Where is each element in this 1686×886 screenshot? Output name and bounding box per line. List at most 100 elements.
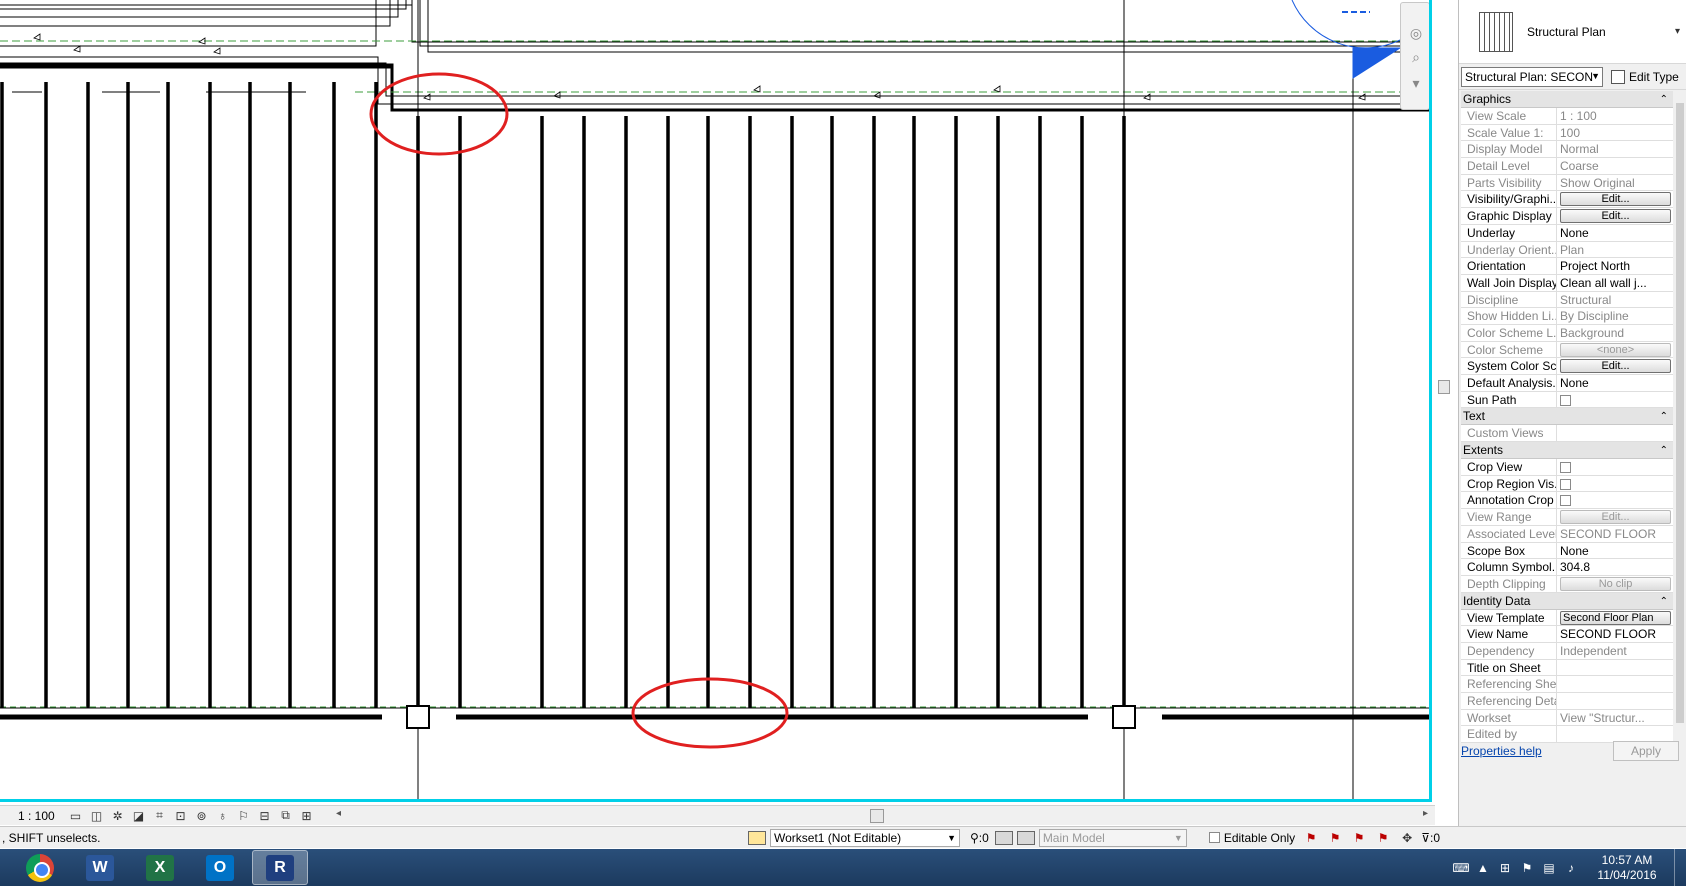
hatch-triangle[interactable]: [1358, 93, 1366, 101]
shadows-icon[interactable]: ◪: [129, 808, 148, 824]
hatch-triangle[interactable]: [993, 85, 1001, 93]
hatch-triangle[interactable]: [1143, 93, 1151, 101]
wall-layer-line[interactable]: [411, 0, 1432, 43]
property-value[interactable]: Edit...: [1557, 358, 1673, 374]
scroll-left-icon[interactable]: ◂: [336, 808, 341, 819]
property-row[interactable]: Column Symbol... 304.8: [1461, 559, 1673, 576]
editable-only-toggle[interactable]: Editable Only: [1208, 831, 1295, 845]
design-option-dropdown[interactable]: Main Model ▼: [1038, 828, 1187, 847]
hatch-triangle[interactable]: [553, 91, 561, 99]
scroll-right-icon[interactable]: ▸: [1423, 808, 1428, 819]
hatch-triangle[interactable]: [73, 45, 81, 53]
apply-button[interactable]: Apply: [1613, 741, 1679, 761]
property-row[interactable]: Graphic Display ... Edit...: [1461, 208, 1673, 225]
property-row[interactable]: Sun Path: [1461, 391, 1673, 409]
property-value[interactable]: SECOND FLOOR: [1557, 626, 1673, 642]
property-value[interactable]: None: [1557, 543, 1673, 559]
property-value[interactable]: [1557, 392, 1673, 408]
drag-elements-icon[interactable]: ✥: [1399, 831, 1415, 845]
section-header[interactable]: Identity Data ⌃: [1461, 592, 1673, 610]
clock[interactable]: 10:57 AM 11/04/2016: [1588, 853, 1666, 883]
wall-layer-line[interactable]: [427, 0, 1432, 53]
hatch-triangle[interactable]: [753, 85, 761, 93]
drawing-canvas[interactable]: ◎ ⌕ ▾: [0, 0, 1432, 802]
wall-layer-line[interactable]: [0, 0, 391, 27]
chevron-down-icon[interactable]: ▾: [1675, 26, 1680, 37]
property-value[interactable]: Second Floor Plan: [1557, 610, 1673, 626]
property-button[interactable]: Edit...: [1560, 192, 1671, 207]
scroll-thumb[interactable]: [1676, 103, 1684, 723]
view-scale[interactable]: 1 : 100: [0, 809, 66, 823]
sun-path-icon[interactable]: ✲: [108, 808, 127, 824]
editable-only-checkbox[interactable]: [1208, 832, 1220, 843]
structural-column[interactable]: [1112, 705, 1136, 729]
section-header[interactable]: Text ⌃: [1461, 408, 1673, 426]
property-checkbox[interactable]: [1560, 495, 1571, 507]
scroll-thumb[interactable]: [870, 809, 884, 823]
zoom-icon[interactable]: ⌕: [1406, 47, 1426, 67]
hatch-triangle[interactable]: [423, 93, 431, 101]
section-header[interactable]: Graphics ⌃: [1461, 91, 1673, 108]
property-row[interactable]: Crop Region Vis...: [1461, 475, 1673, 493]
property-value[interactable]: [1557, 476, 1673, 492]
taskbar-app-word[interactable]: W: [72, 850, 128, 885]
windows-flag-icon[interactable]: ⊞: [1494, 861, 1516, 875]
property-row[interactable]: Title on Sheet: [1461, 659, 1673, 677]
instance-filter-dropdown[interactable]: Structural Plan: SECON ▼: [1461, 66, 1603, 87]
taskbar-app-excel[interactable]: X: [132, 850, 188, 885]
property-checkbox[interactable]: [1560, 478, 1571, 490]
property-row[interactable]: Underlay None: [1461, 224, 1673, 242]
keyboard-icon[interactable]: ⌨: [1450, 861, 1472, 875]
property-row[interactable]: Crop View: [1461, 459, 1673, 476]
properties-help-link[interactable]: Properties help: [1461, 744, 1542, 758]
select-underlay-icon[interactable]: ⚑: [1327, 831, 1343, 845]
property-button[interactable]: Second Floor Plan: [1560, 610, 1671, 625]
show-hidden-icons-icon[interactable]: ▲: [1472, 861, 1494, 875]
selection-icon[interactable]: [1016, 830, 1035, 845]
visual-style-icon[interactable]: ◫: [87, 808, 106, 824]
panel-splitter-handle[interactable]: [1438, 380, 1450, 394]
property-value[interactable]: Clean all wall j...: [1557, 275, 1673, 291]
elevation-marker-arrow[interactable]: [1352, 47, 1402, 79]
crop-region-icon[interactable]: ⊡: [171, 808, 190, 824]
temporary-hide-icon[interactable]: ⊚: [192, 808, 211, 824]
annotation-circle[interactable]: [631, 677, 789, 749]
property-row[interactable]: Orientation Project North: [1461, 258, 1673, 275]
steering-wheel-icon[interactable]: ◎: [1406, 23, 1426, 43]
select-pinned-icon[interactable]: ⚑: [1351, 831, 1367, 845]
collapse-icon[interactable]: ⌃: [1660, 442, 1668, 459]
property-row[interactable]: System Color Sc... Edit...: [1461, 358, 1673, 375]
annotation-circle[interactable]: [369, 72, 509, 156]
collapse-icon[interactable]: ⌃: [1660, 408, 1668, 425]
crop-view-icon[interactable]: ⌗: [150, 808, 169, 824]
property-checkbox[interactable]: [1560, 462, 1571, 474]
properties-scrollbar[interactable]: [1675, 91, 1685, 731]
highlight-displacement-icon[interactable]: ⧉: [276, 808, 295, 824]
wall-outline-bold[interactable]: [0, 63, 1432, 112]
property-value[interactable]: [1557, 492, 1673, 508]
structural-plan-drawing[interactable]: [0, 0, 1432, 802]
hatch-triangle[interactable]: [33, 33, 41, 41]
navbar-dropdown-icon[interactable]: ▾: [1406, 73, 1426, 93]
horizontal-scrollbar[interactable]: ◂ ▸: [336, 808, 1432, 824]
property-value[interactable]: [1557, 459, 1673, 475]
wall-layer-line[interactable]: [419, 0, 1432, 47]
constraints-icon[interactable]: ⊞: [297, 808, 316, 824]
property-value[interactable]: None: [1557, 375, 1673, 391]
volume-icon[interactable]: ♪: [1560, 861, 1582, 875]
select-links-icon[interactable]: ⚑: [1303, 831, 1319, 845]
collapse-icon[interactable]: ⌃: [1660, 593, 1668, 610]
property-row[interactable]: Scope Box None: [1461, 542, 1673, 560]
property-value[interactable]: Project North: [1557, 258, 1673, 274]
navigation-bar[interactable]: ◎ ⌕ ▾: [1400, 2, 1429, 110]
property-row[interactable]: Wall Join Display Clean all wall j...: [1461, 274, 1673, 292]
active-workset-dropdown[interactable]: Workset1 (Not Editable) ▼: [770, 828, 960, 847]
worksets-icon[interactable]: [748, 830, 766, 845]
taskbar-app-outlook[interactable]: O: [192, 850, 248, 885]
property-row[interactable]: Visibility/Graphi... Edit...: [1461, 191, 1673, 209]
property-value[interactable]: Edit...: [1557, 208, 1673, 224]
property-value[interactable]: None: [1557, 225, 1673, 241]
hatch-triangle[interactable]: [213, 47, 221, 55]
hatch-triangle[interactable]: [873, 91, 881, 99]
network-icon[interactable]: ▤: [1538, 861, 1560, 875]
